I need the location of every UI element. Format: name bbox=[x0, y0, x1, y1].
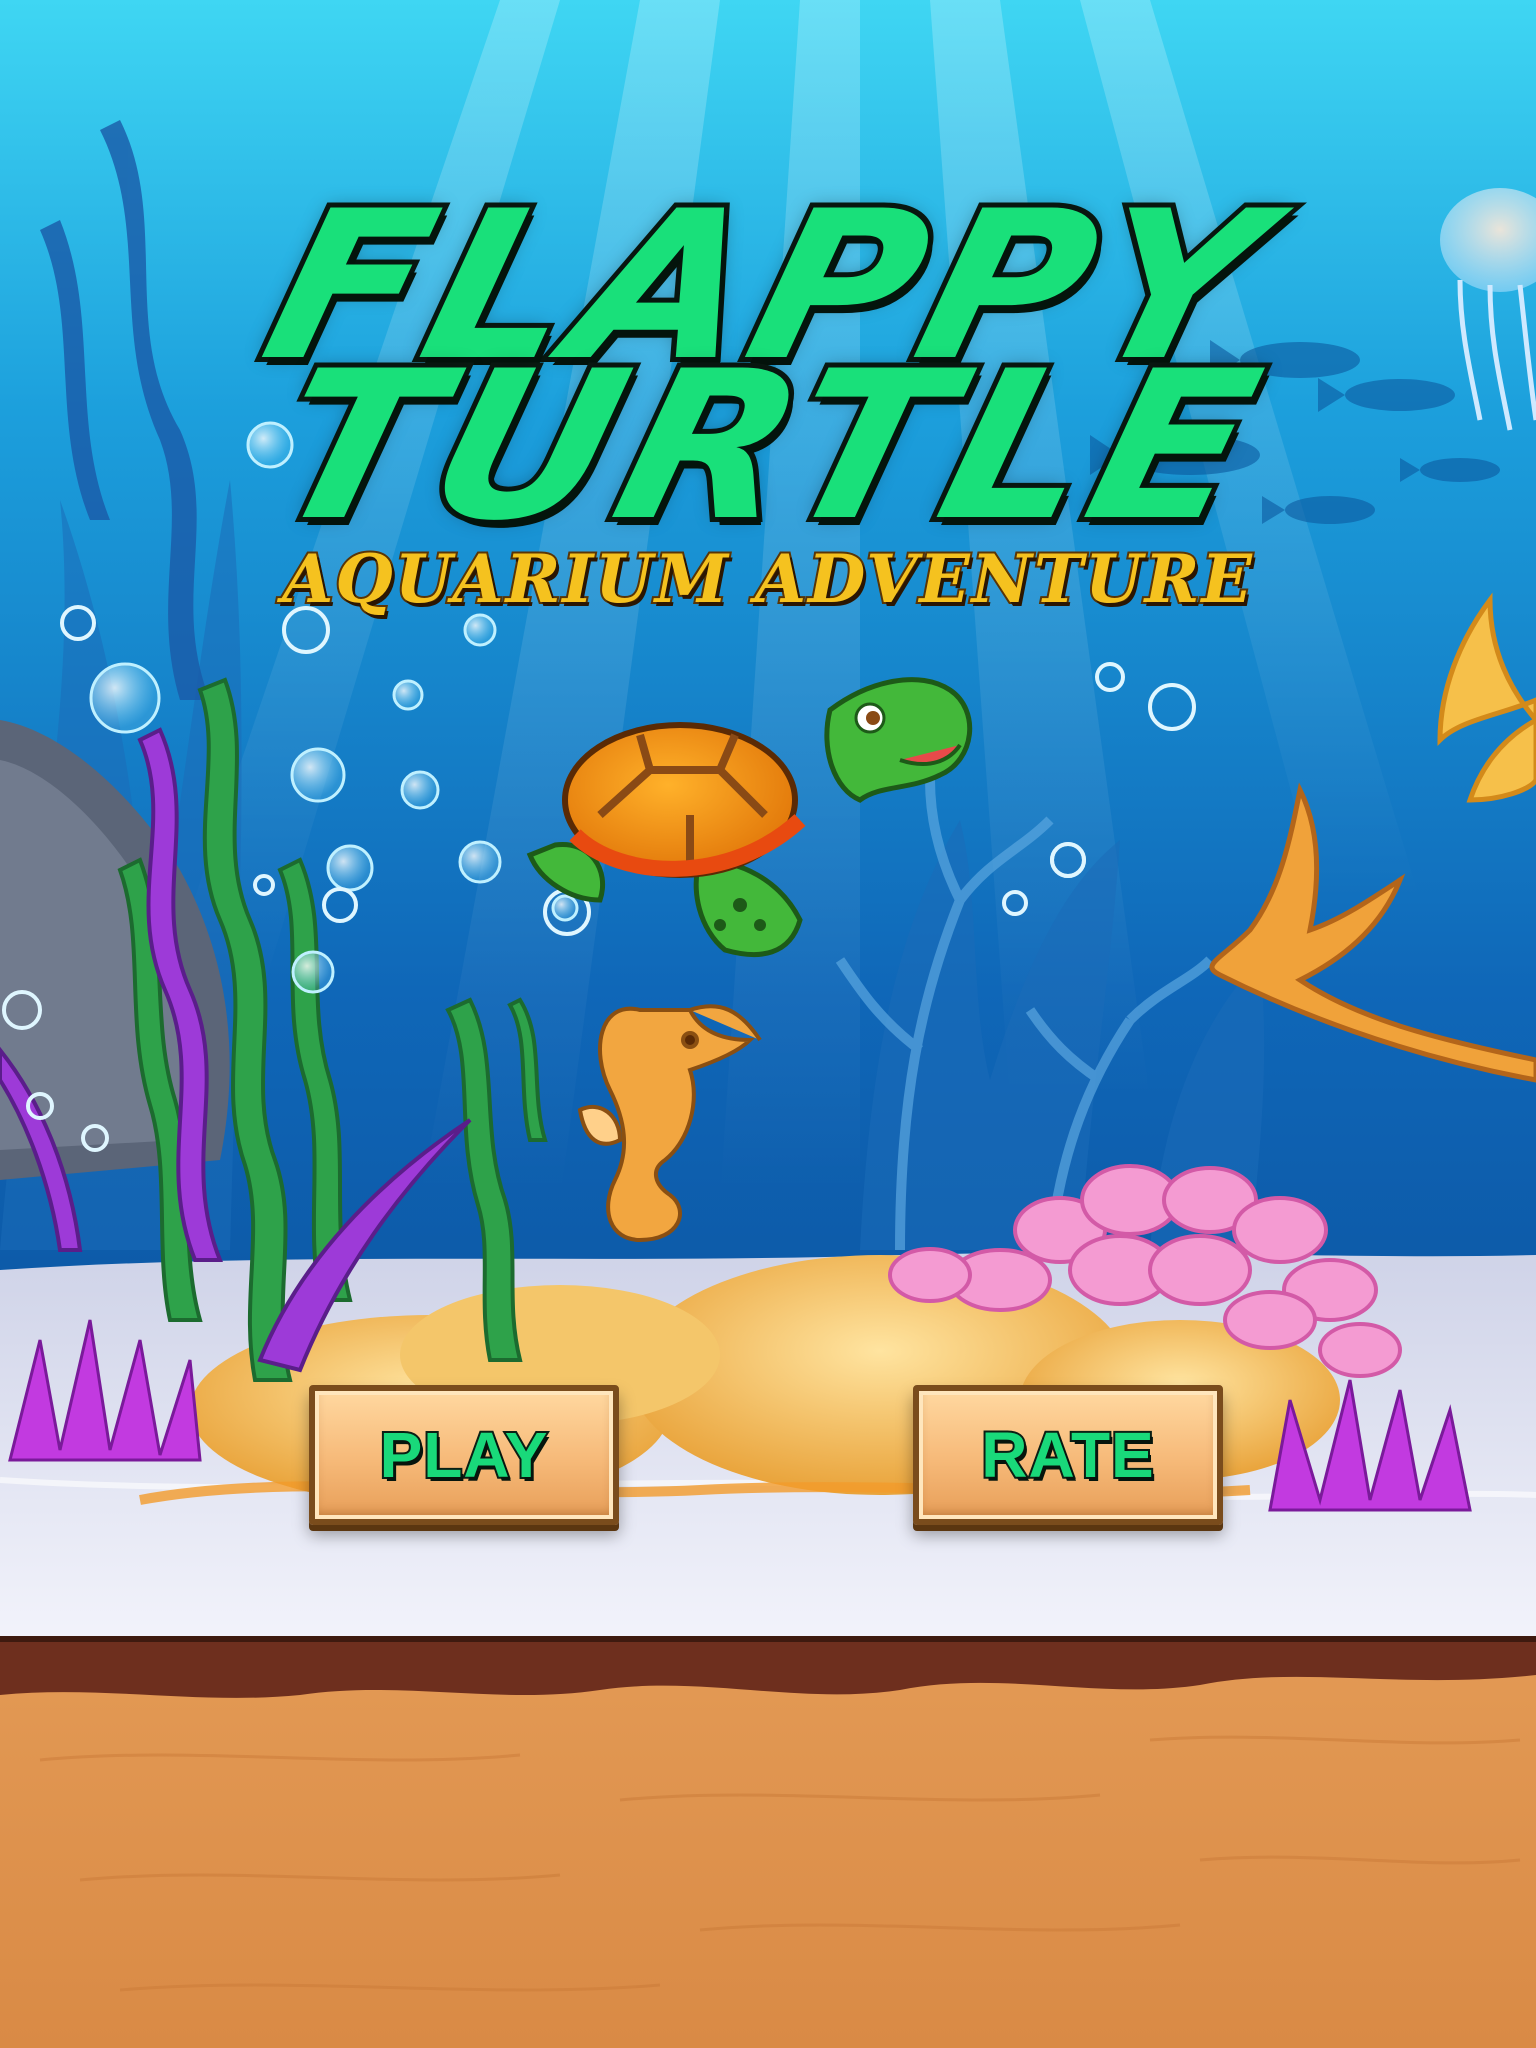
rate-button-label: RATE bbox=[979, 1417, 1155, 1493]
sand-ground bbox=[0, 1640, 1536, 2048]
play-button[interactable]: PLAY bbox=[309, 1385, 619, 1525]
title-line-2: TURTLE bbox=[246, 323, 1289, 571]
game-subtitle: AQUARIUM ADVENTURE bbox=[280, 538, 1254, 620]
play-button-label: PLAY bbox=[378, 1417, 550, 1493]
rate-button[interactable]: RATE bbox=[913, 1385, 1223, 1525]
game-title-2: TURTLE bbox=[0, 323, 1536, 571]
